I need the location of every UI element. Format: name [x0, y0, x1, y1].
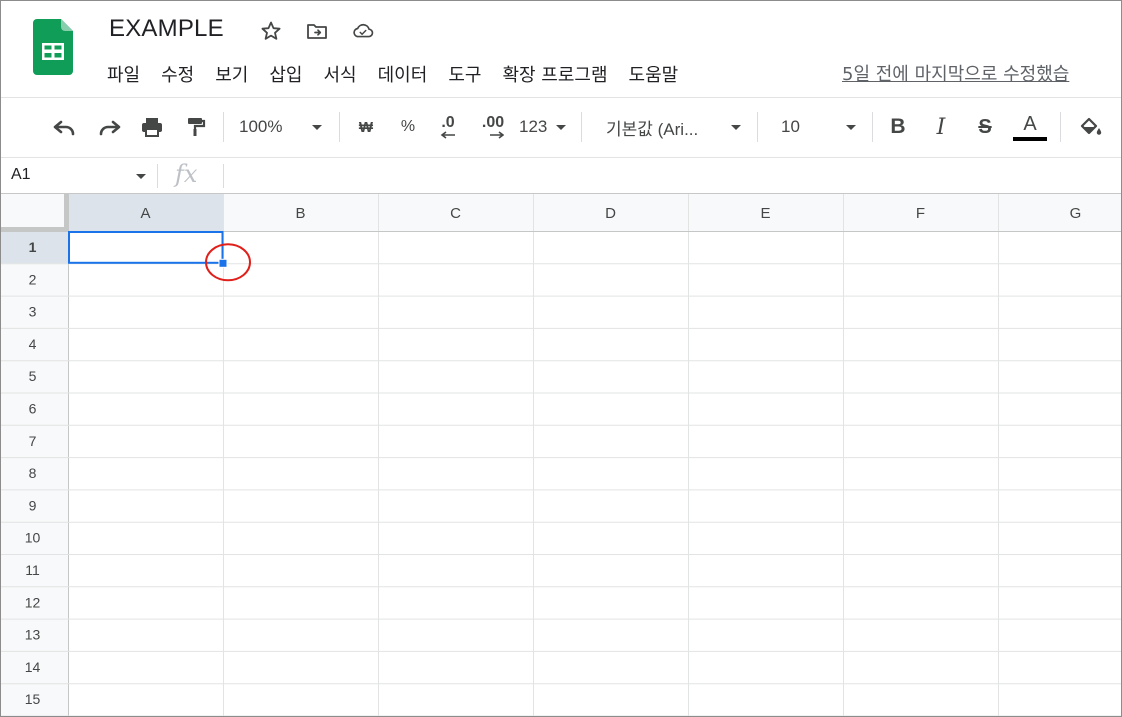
column-header-f[interactable]: F [916, 205, 925, 222]
column-header-c[interactable]: C [450, 205, 461, 222]
percent-format-button[interactable]: % [396, 98, 420, 156]
formula-bar: A1 fx [1, 157, 1121, 194]
row-header-10[interactable]: 10 [25, 530, 41, 546]
number-format-select[interactable]: 123 [519, 98, 569, 156]
menu-edit[interactable]: 수정 [161, 61, 194, 87]
paint-format-icon[interactable] [179, 98, 211, 156]
row-header-13[interactable]: 13 [25, 627, 41, 643]
strikethrough-button[interactable]: S [972, 98, 998, 156]
menu-extensions[interactable]: 확장 프로그램 [502, 61, 607, 87]
column-header-e[interactable]: E [760, 205, 770, 222]
column-header-d[interactable]: D [605, 205, 616, 222]
spreadsheet-grid[interactable]: A B C D E F G123456789101112131415 [1, 194, 1122, 717]
row-header-3[interactable]: 3 [29, 304, 37, 320]
row-header-5[interactable]: 5 [29, 368, 37, 384]
fill-color-icon[interactable] [1075, 98, 1105, 156]
column-header-a[interactable]: A [140, 205, 150, 222]
increase-decimal-button[interactable]: .00 [476, 98, 510, 156]
column-header-b[interactable]: B [295, 205, 305, 222]
row-header-15[interactable]: 15 [25, 691, 41, 707]
formula-divider [223, 164, 224, 188]
row-header-1[interactable]: 1 [29, 239, 37, 255]
row-header-9[interactable]: 9 [29, 497, 37, 513]
bold-button[interactable]: B [885, 98, 911, 156]
freeze-handle-horizontal[interactable] [1, 227, 68, 231]
font-caret-icon [731, 124, 741, 130]
redo-icon[interactable] [93, 98, 125, 156]
toolbar-divider [1060, 112, 1061, 142]
font-size-select[interactable]: 10 [781, 98, 861, 156]
fx-icon: fx [175, 160, 198, 188]
zoom-caret-icon [312, 124, 322, 130]
toolbar-divider [223, 112, 224, 142]
decrease-decimal-button[interactable]: .0 [433, 98, 463, 156]
menu-help[interactable]: 도움말 [629, 61, 679, 87]
formula-input[interactable] [233, 162, 1113, 190]
star-icon[interactable] [259, 19, 283, 43]
row-header-7[interactable]: 7 [29, 433, 37, 449]
row-header-12[interactable]: 12 [25, 594, 41, 610]
name-box-caret-icon[interactable] [136, 174, 146, 179]
toolbar-divider [581, 112, 582, 142]
font-family-select[interactable]: 기본값 (Ari... [606, 98, 746, 156]
fill-handle[interactable] [218, 258, 228, 268]
toolbar: 100% ₩ % .0 .00 123 기본값 (Ari... 10 B I S… [1, 97, 1121, 156]
menu-data[interactable]: 데이터 [378, 61, 428, 87]
text-color-button[interactable]: A [1012, 98, 1048, 156]
zoom-select[interactable]: 100% [239, 98, 331, 156]
text-color-swatch [1013, 137, 1047, 141]
row-header-2[interactable]: 2 [29, 271, 37, 287]
toolbar-divider [872, 112, 873, 142]
row-header-8[interactable]: 8 [29, 465, 37, 481]
document-title[interactable]: EXAMPLE [109, 15, 224, 43]
menu-file[interactable]: 파일 [107, 61, 140, 87]
selected-cell-a1[interactable] [68, 231, 224, 264]
row-header-14[interactable]: 14 [25, 659, 41, 675]
freeze-handle-vertical[interactable] [64, 194, 68, 231]
formula-divider [157, 164, 158, 188]
arrow-left-icon [440, 131, 455, 139]
undo-icon[interactable] [49, 98, 81, 156]
last-edit-link[interactable]: 5일 전에 마지막으로 수정했습 [842, 60, 1069, 86]
row-header-4[interactable]: 4 [29, 336, 37, 352]
row-header-6[interactable]: 6 [29, 401, 37, 417]
row-header-11[interactable]: 11 [25, 562, 40, 578]
toolbar-divider [339, 112, 340, 142]
number-format-caret-icon [556, 124, 566, 130]
menu-format[interactable]: 서식 [324, 61, 357, 87]
sheets-logo-icon[interactable] [33, 19, 73, 75]
currency-format-button[interactable]: ₩ [353, 98, 379, 156]
cloud-status-icon[interactable] [351, 19, 375, 43]
menu-insert[interactable]: 삽입 [269, 61, 302, 87]
toolbar-divider [757, 112, 758, 142]
move-folder-icon[interactable] [305, 19, 329, 43]
menu-view[interactable]: 보기 [215, 61, 248, 87]
name-box[interactable]: A1 [11, 166, 31, 184]
italic-button[interactable]: I [928, 98, 954, 156]
arrow-right-icon [490, 131, 504, 139]
corner-cell[interactable] [1, 194, 64, 227]
zoom-value: 100% [239, 117, 283, 136]
menu-tools[interactable]: 도구 [448, 61, 481, 87]
sheets-window: EXAMPLE 파일 수정 보기 삽입 서식 데이터 도구 확장 프로그램 도움… [0, 0, 1122, 717]
font-size-caret-icon [846, 124, 856, 130]
print-icon[interactable] [136, 98, 168, 156]
menu-bar: 파일 수정 보기 삽입 서식 데이터 도구 확장 프로그램 도움말 [107, 59, 699, 89]
column-header-g[interactable]: G [1070, 205, 1082, 222]
